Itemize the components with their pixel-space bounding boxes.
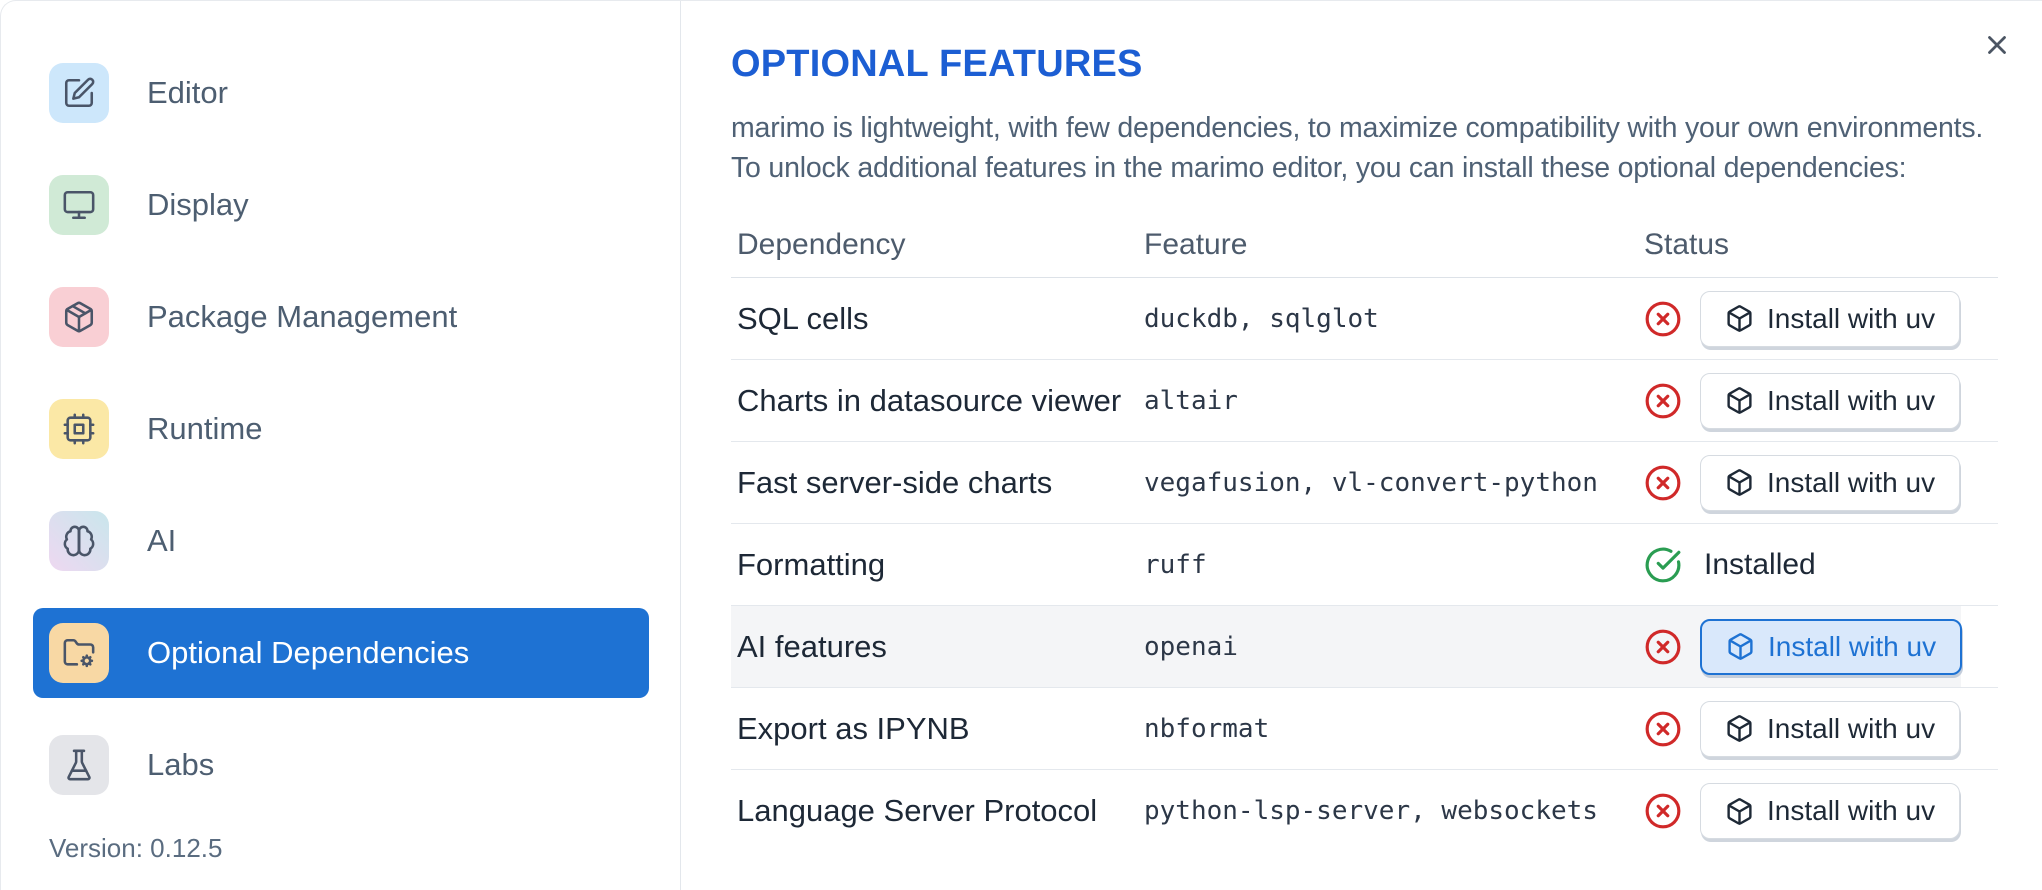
monitor-icon bbox=[49, 175, 109, 235]
status-cell: Install with uv bbox=[1644, 783, 1961, 839]
panel-title: OPTIONAL FEATURES bbox=[731, 43, 1143, 85]
table-row: Fast server-side charts vegafusion, vl-c… bbox=[731, 442, 1998, 524]
flask-icon bbox=[49, 735, 109, 795]
install-with-uv-button[interactable]: Install with uv bbox=[1700, 454, 1961, 511]
status-cell: Install with uv bbox=[1644, 618, 1963, 675]
header-status: Status bbox=[1644, 227, 1730, 261]
not-installed-icon bbox=[1644, 300, 1682, 338]
version-label: Version: 0.12.5 bbox=[49, 833, 223, 863]
install-button-label: Install with uv bbox=[1767, 712, 1936, 744]
table-row: Export as IPYNB nbformat Install with uv bbox=[731, 688, 1998, 770]
install-button-label: Install with uv bbox=[1767, 302, 1936, 334]
sidebar-item-ai[interactable]: AI bbox=[33, 496, 649, 586]
dependency-cell: Language Server Protocol bbox=[737, 793, 1098, 828]
table-row: AI features openai Install with uv bbox=[731, 606, 1998, 688]
brain-icon bbox=[49, 511, 109, 571]
install-button-label: Install with uv bbox=[1767, 384, 1936, 416]
close-button[interactable] bbox=[1975, 23, 2019, 67]
install-button-label: Install with uv bbox=[1767, 466, 1936, 498]
install-button-label: Install with uv bbox=[1768, 630, 1937, 662]
sidebar-item-editor[interactable]: Editor bbox=[33, 48, 649, 138]
settings-dialog: Editor Display Package Management Runtim… bbox=[0, 0, 2042, 890]
description-line: marimo is lightweight, with few dependen… bbox=[731, 112, 1984, 144]
sidebar-item-label: Optional Dependencies bbox=[147, 635, 470, 670]
header-feature: Feature bbox=[1144, 227, 1248, 261]
header-dependency: Dependency bbox=[737, 227, 906, 261]
dependency-cell: SQL cells bbox=[737, 300, 869, 336]
box-icon bbox=[1725, 797, 1754, 826]
feature-cell: ruff bbox=[1144, 549, 1207, 580]
status-cell: Install with uv bbox=[1644, 290, 1961, 347]
table-header-row: Dependency Feature Status bbox=[731, 212, 1998, 278]
status-cell: Installed bbox=[1644, 546, 1816, 584]
box-icon bbox=[1725, 386, 1754, 415]
feature-cell: openai bbox=[1144, 631, 1238, 662]
feature-cell: python-lsp-server, websockets bbox=[1144, 796, 1598, 826]
dependency-cell: Fast server-side charts bbox=[737, 464, 1053, 500]
dependency-cell: AI features bbox=[737, 628, 887, 664]
box-icon bbox=[1725, 304, 1754, 333]
box-icon bbox=[1725, 714, 1754, 743]
sidebar-item-labs[interactable]: Labs bbox=[33, 720, 649, 810]
feature-cell: vegafusion, vl-convert-python bbox=[1144, 467, 1598, 498]
install-with-uv-button[interactable]: Install with uv bbox=[1700, 783, 1961, 839]
box-icon bbox=[1726, 632, 1755, 661]
dependencies-table: Dependency Feature Status SQL cells duck… bbox=[731, 212, 1998, 852]
sidebar-item-label: AI bbox=[147, 523, 177, 558]
dependency-cell: Formatting bbox=[737, 546, 886, 582]
feature-cell: duckdb, sqlglot bbox=[1144, 303, 1379, 334]
feature-cell: altair bbox=[1144, 385, 1238, 416]
not-installed-icon bbox=[1644, 464, 1682, 502]
dependency-cell: Charts in datasource viewer bbox=[737, 382, 1122, 418]
sidebar-item-optional-dependencies[interactable]: Optional Dependencies bbox=[33, 608, 649, 698]
status-cell: Install with uv bbox=[1644, 454, 1961, 511]
status-cell: Install with uv bbox=[1644, 372, 1961, 429]
box-icon bbox=[1725, 468, 1754, 497]
install-with-uv-button[interactable]: Install with uv bbox=[1700, 700, 1961, 757]
sidebar-item-label: Display bbox=[147, 187, 249, 222]
table-row: SQL cells duckdb, sqlglot Install with u… bbox=[731, 278, 1998, 360]
square-pen-icon bbox=[49, 63, 109, 123]
table-body: SQL cells duckdb, sqlglot Install with u… bbox=[731, 278, 1998, 852]
install-button-label: Install with uv bbox=[1767, 795, 1936, 826]
sidebar-item-display[interactable]: Display bbox=[33, 160, 649, 250]
sidebar-item-label: Labs bbox=[147, 747, 215, 782]
panel-description: marimo is lightweight, with few dependen… bbox=[731, 108, 2042, 188]
installed-check-icon bbox=[1644, 546, 1682, 584]
sidebar-item-label: Package Management bbox=[147, 299, 458, 334]
sidebar-item-label: Runtime bbox=[147, 411, 263, 446]
close-icon bbox=[1982, 30, 2012, 60]
optional-features-panel: OPTIONAL FEATURES marimo is lightweight,… bbox=[681, 1, 2042, 890]
sidebar-item-package-management[interactable]: Package Management bbox=[33, 272, 649, 362]
installed-label: Installed bbox=[1704, 547, 1816, 581]
description-line: To unlock additional features in the mar… bbox=[731, 152, 1907, 184]
install-with-uv-button[interactable]: Install with uv bbox=[1700, 618, 1963, 675]
not-installed-icon bbox=[1644, 792, 1682, 830]
not-installed-icon bbox=[1644, 382, 1682, 420]
sidebar-item-runtime[interactable]: Runtime bbox=[33, 384, 649, 474]
sidebar-item-list: Editor Display Package Management Runtim… bbox=[33, 48, 649, 810]
install-with-uv-button[interactable]: Install with uv bbox=[1700, 372, 1961, 429]
install-with-uv-button[interactable]: Install with uv bbox=[1700, 290, 1961, 347]
sidebar-item-label: Editor bbox=[147, 75, 228, 110]
table-row: Charts in datasource viewer altair Insta… bbox=[731, 360, 1998, 442]
dependency-cell: Export as IPYNB bbox=[737, 710, 970, 746]
not-installed-icon bbox=[1644, 628, 1682, 666]
package-icon bbox=[49, 287, 109, 347]
settings-sidebar: Editor Display Package Management Runtim… bbox=[1, 1, 681, 890]
status-cell: Install with uv bbox=[1644, 700, 1961, 757]
folder-cog-icon bbox=[49, 623, 109, 683]
feature-cell: nbformat bbox=[1144, 713, 1270, 744]
table-row: Language Server Protocol python-lsp-serv… bbox=[731, 770, 1998, 852]
not-installed-icon bbox=[1644, 710, 1682, 748]
cpu-icon bbox=[49, 399, 109, 459]
table-row: Formatting ruff Installed bbox=[731, 524, 1998, 606]
